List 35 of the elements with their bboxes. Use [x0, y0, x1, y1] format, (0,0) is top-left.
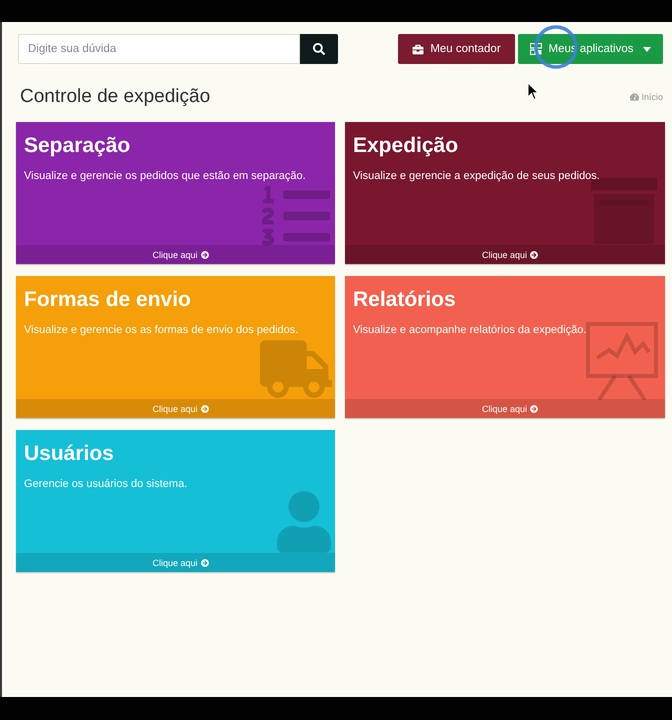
- card-description: Visualize e gerencie os pedidos que estão em separação.: [24, 169, 307, 183]
- mouse-cursor-icon: [527, 82, 539, 101]
- card-footer-link[interactable]: Clique aqui: [345, 399, 665, 418]
- click-ring-icon: [533, 24, 579, 70]
- truck-icon: [260, 338, 332, 400]
- user-icon: [277, 490, 331, 554]
- gauge-icon: [630, 93, 640, 101]
- card-footer-link[interactable]: Clique aqui: [16, 245, 335, 264]
- card-description: Visualize e acompanhe relatórios da expedição.: [353, 323, 588, 337]
- card-description: Visualize e gerencie a expedição de seus pedidos.: [353, 169, 601, 183]
- module-card[interactable]: Expedição Visualize e gerencie a expedição de seus pedidos. Clique aqui: [345, 122, 665, 264]
- apps-icon: [530, 43, 542, 55]
- search-button[interactable]: [300, 34, 338, 64]
- card-footer-link[interactable]: Clique aqui: [16, 553, 335, 572]
- card-title: Expedição: [353, 133, 460, 159]
- caret-icon: [642, 46, 650, 52]
- card-title: Formas de envio: [24, 287, 192, 313]
- search-field[interactable]: Digite sua dúvida: [18, 34, 300, 64]
- card-title: Relatórios: [353, 287, 457, 313]
- briefcase-icon: [412, 44, 424, 54]
- presentation-chart-icon: [585, 322, 659, 400]
- card-description: Visualize e gerencie os as formas de envio dos pedidos.: [24, 323, 300, 337]
- search-icon: [313, 43, 325, 55]
- page-title: Controle de expedição: [20, 86, 210, 108]
- account-button[interactable]: Meu contador: [398, 34, 515, 64]
- module-card[interactable]: Usuários Gerencie os usuários do sistema. Clique aqui: [16, 430, 335, 572]
- module-card[interactable]: Separação Visualize e gerencie os pedidos que estão em separação. Clique aqui: [16, 122, 335, 264]
- card-title: Separação: [24, 133, 132, 159]
- breadcrumb-link[interactable]: Início: [630, 92, 663, 102]
- card-footer-link[interactable]: Clique aqui: [345, 245, 665, 264]
- module-card[interactable]: Formas de envio Visualize e gerencie os as formas de envio dos pedidos. Clique aqui: [16, 276, 335, 418]
- card-footer-link[interactable]: Clique aqui: [16, 399, 335, 418]
- module-card[interactable]: Relatórios Visualize e acompanhe relatórios da expedição. Clique aqui: [345, 276, 665, 418]
- card-description: Gerencie os usuários do sistema.: [24, 477, 188, 491]
- card-title: Usuários: [24, 441, 115, 467]
